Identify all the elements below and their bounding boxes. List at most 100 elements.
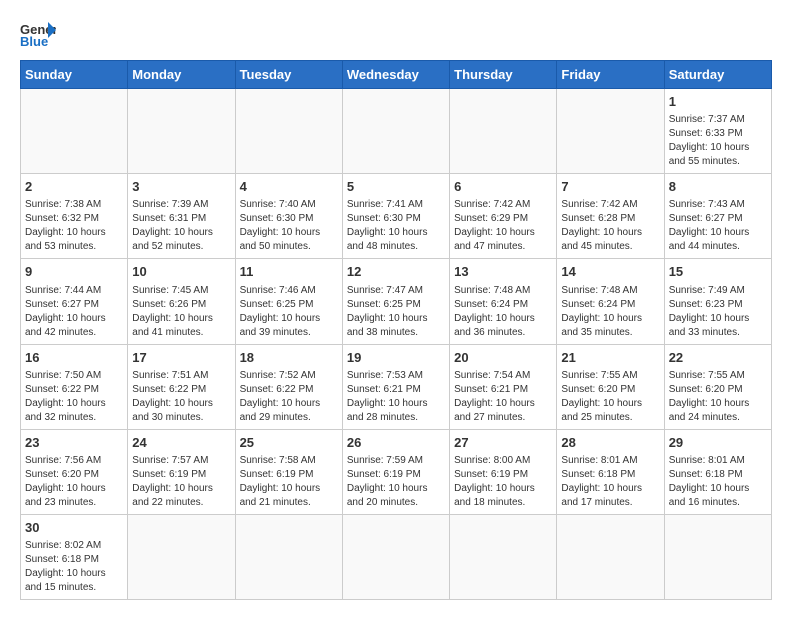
day-number: 13 [454, 263, 552, 281]
calendar-cell [342, 514, 449, 599]
day-number: 24 [132, 434, 230, 452]
col-header-tuesday: Tuesday [235, 61, 342, 89]
day-number: 9 [25, 263, 123, 281]
calendar-cell: 27 Sunrise: 8:00 AM Sunset: 6:19 PM Dayli… [450, 429, 557, 514]
logo-icon: General Blue [20, 20, 56, 50]
calendar-cell: 21 Sunrise: 7:55 AM Sunset: 6:20 PM Dayli… [557, 344, 664, 429]
calendar-week-4: 16 Sunrise: 7:50 AM Sunset: 6:22 PM Dayli… [21, 344, 772, 429]
day-info: Sunrise: 7:52 AM Sunset: 6:22 PM Dayligh… [240, 369, 338, 425]
day-info: Sunrise: 8:01 AM Sunset: 6:18 PM Dayligh… [561, 454, 659, 510]
calendar-cell [557, 514, 664, 599]
day-number: 3 [132, 178, 230, 196]
calendar-cell [450, 514, 557, 599]
calendar-cell: 5Sunrise: 7:41 AM Sunset: 6:30 PM Daylig… [342, 174, 449, 259]
day-info: Sunrise: 7:39 AM Sunset: 6:31 PM Dayligh… [132, 198, 230, 254]
day-info: Sunrise: 7:40 AM Sunset: 6:30 PM Dayligh… [240, 198, 338, 254]
logo: General Blue [20, 20, 56, 50]
calendar-cell: 18 Sunrise: 7:52 AM Sunset: 6:22 PM Dayli… [235, 344, 342, 429]
calendar-cell: 6Sunrise: 7:42 AM Sunset: 6:29 PM Daylig… [450, 174, 557, 259]
calendar-cell: 10 Sunrise: 7:45 AM Sunset: 6:26 PM Dayli… [128, 259, 235, 344]
day-info: Sunrise: 7:42 AM Sunset: 6:28 PM Dayligh… [561, 198, 659, 254]
day-number: 12 [347, 263, 445, 281]
day-info: Sunrise: 7:55 AM Sunset: 6:20 PM Dayligh… [669, 369, 767, 425]
day-number: 15 [669, 263, 767, 281]
col-header-monday: Monday [128, 61, 235, 89]
calendar-cell: 11Sunrise: 7:46 AM Sunset: 6:25 PM Dayli… [235, 259, 342, 344]
day-info: Sunrise: 8:00 AM Sunset: 6:19 PM Dayligh… [454, 454, 552, 510]
day-number: 19 [347, 349, 445, 367]
calendar-cell: 23 Sunrise: 7:56 AM Sunset: 6:20 PM Dayli… [21, 429, 128, 514]
day-info: Sunrise: 7:50 AM Sunset: 6:22 PM Dayligh… [25, 369, 123, 425]
day-info: Sunrise: 7:51 AM Sunset: 6:22 PM Dayligh… [132, 369, 230, 425]
day-number: 8 [669, 178, 767, 196]
day-number: 23 [25, 434, 123, 452]
calendar-cell [450, 89, 557, 174]
calendar-cell: 22Sunrise: 7:55 AM Sunset: 6:20 PM Dayli… [664, 344, 771, 429]
day-number: 16 [25, 349, 123, 367]
calendar-week-1: 1Sunrise: 7:37 AM Sunset: 6:33 PM Daylig… [21, 89, 772, 174]
day-number: 1 [669, 93, 767, 111]
day-info: Sunrise: 7:57 AM Sunset: 6:19 PM Dayligh… [132, 454, 230, 510]
svg-text:Blue: Blue [20, 34, 48, 49]
calendar-cell [557, 89, 664, 174]
day-number: 10 [132, 263, 230, 281]
calendar-cell: 28Sunrise: 8:01 AM Sunset: 6:18 PM Dayli… [557, 429, 664, 514]
calendar-cell [664, 514, 771, 599]
calendar-cell [235, 89, 342, 174]
day-number: 11 [240, 263, 338, 281]
day-info: Sunrise: 8:01 AM Sunset: 6:18 PM Dayligh… [669, 454, 767, 510]
day-info: Sunrise: 7:49 AM Sunset: 6:23 PM Dayligh… [669, 284, 767, 340]
calendar-cell: 14Sunrise: 7:48 AM Sunset: 6:24 PM Dayli… [557, 259, 664, 344]
calendar-week-6: 30 Sunrise: 8:02 AM Sunset: 6:18 PM Dayli… [21, 514, 772, 599]
day-info: Sunrise: 7:53 AM Sunset: 6:21 PM Dayligh… [347, 369, 445, 425]
calendar-cell: 13 Sunrise: 7:48 AM Sunset: 6:24 PM Dayli… [450, 259, 557, 344]
calendar-cell [128, 89, 235, 174]
calendar-cell: 15 Sunrise: 7:49 AM Sunset: 6:23 PM Dayli… [664, 259, 771, 344]
day-info: Sunrise: 7:59 AM Sunset: 6:19 PM Dayligh… [347, 454, 445, 510]
calendar-cell: 2 Sunrise: 7:38 AM Sunset: 6:32 PM Daylig… [21, 174, 128, 259]
calendar-cell: 9Sunrise: 7:44 AM Sunset: 6:27 PM Daylig… [21, 259, 128, 344]
calendar-cell [342, 89, 449, 174]
day-number: 25 [240, 434, 338, 452]
day-info: Sunrise: 7:47 AM Sunset: 6:25 PM Dayligh… [347, 284, 445, 340]
calendar-cell: 12 Sunrise: 7:47 AM Sunset: 6:25 PM Dayli… [342, 259, 449, 344]
day-info: Sunrise: 8:02 AM Sunset: 6:18 PM Dayligh… [25, 539, 123, 595]
calendar-cell [235, 514, 342, 599]
day-number: 4 [240, 178, 338, 196]
day-info: Sunrise: 7:55 AM Sunset: 6:20 PM Dayligh… [561, 369, 659, 425]
page-header: General Blue [20, 20, 772, 50]
calendar-cell: 1Sunrise: 7:37 AM Sunset: 6:33 PM Daylig… [664, 89, 771, 174]
day-number: 17 [132, 349, 230, 367]
day-info: Sunrise: 7:42 AM Sunset: 6:29 PM Dayligh… [454, 198, 552, 254]
calendar-week-2: 2 Sunrise: 7:38 AM Sunset: 6:32 PM Daylig… [21, 174, 772, 259]
day-number: 21 [561, 349, 659, 367]
day-info: Sunrise: 7:38 AM Sunset: 6:32 PM Dayligh… [25, 198, 123, 254]
day-info: Sunrise: 7:48 AM Sunset: 6:24 PM Dayligh… [454, 284, 552, 340]
calendar-cell [21, 89, 128, 174]
calendar-cell: 16 Sunrise: 7:50 AM Sunset: 6:22 PM Dayli… [21, 344, 128, 429]
calendar-table: SundayMondayTuesdayWednesdayThursdayFrid… [20, 60, 772, 600]
day-number: 26 [347, 434, 445, 452]
day-number: 14 [561, 263, 659, 281]
day-number: 2 [25, 178, 123, 196]
calendar-cell [128, 514, 235, 599]
day-number: 30 [25, 519, 123, 537]
calendar-cell: 8 Sunrise: 7:43 AM Sunset: 6:27 PM Daylig… [664, 174, 771, 259]
day-info: Sunrise: 7:43 AM Sunset: 6:27 PM Dayligh… [669, 198, 767, 254]
col-header-wednesday: Wednesday [342, 61, 449, 89]
calendar-cell: 7 Sunrise: 7:42 AM Sunset: 6:28 PM Daylig… [557, 174, 664, 259]
day-info: Sunrise: 7:58 AM Sunset: 6:19 PM Dayligh… [240, 454, 338, 510]
calendar-cell: 30 Sunrise: 8:02 AM Sunset: 6:18 PM Dayli… [21, 514, 128, 599]
col-header-saturday: Saturday [664, 61, 771, 89]
day-number: 27 [454, 434, 552, 452]
calendar-cell: 26 Sunrise: 7:59 AM Sunset: 6:19 PM Dayli… [342, 429, 449, 514]
day-number: 7 [561, 178, 659, 196]
day-number: 18 [240, 349, 338, 367]
calendar-cell: 17 Sunrise: 7:51 AM Sunset: 6:22 PM Dayli… [128, 344, 235, 429]
day-info: Sunrise: 7:56 AM Sunset: 6:20 PM Dayligh… [25, 454, 123, 510]
day-info: Sunrise: 7:54 AM Sunset: 6:21 PM Dayligh… [454, 369, 552, 425]
day-number: 29 [669, 434, 767, 452]
day-info: Sunrise: 7:45 AM Sunset: 6:26 PM Dayligh… [132, 284, 230, 340]
day-number: 5 [347, 178, 445, 196]
calendar-week-5: 23 Sunrise: 7:56 AM Sunset: 6:20 PM Dayli… [21, 429, 772, 514]
